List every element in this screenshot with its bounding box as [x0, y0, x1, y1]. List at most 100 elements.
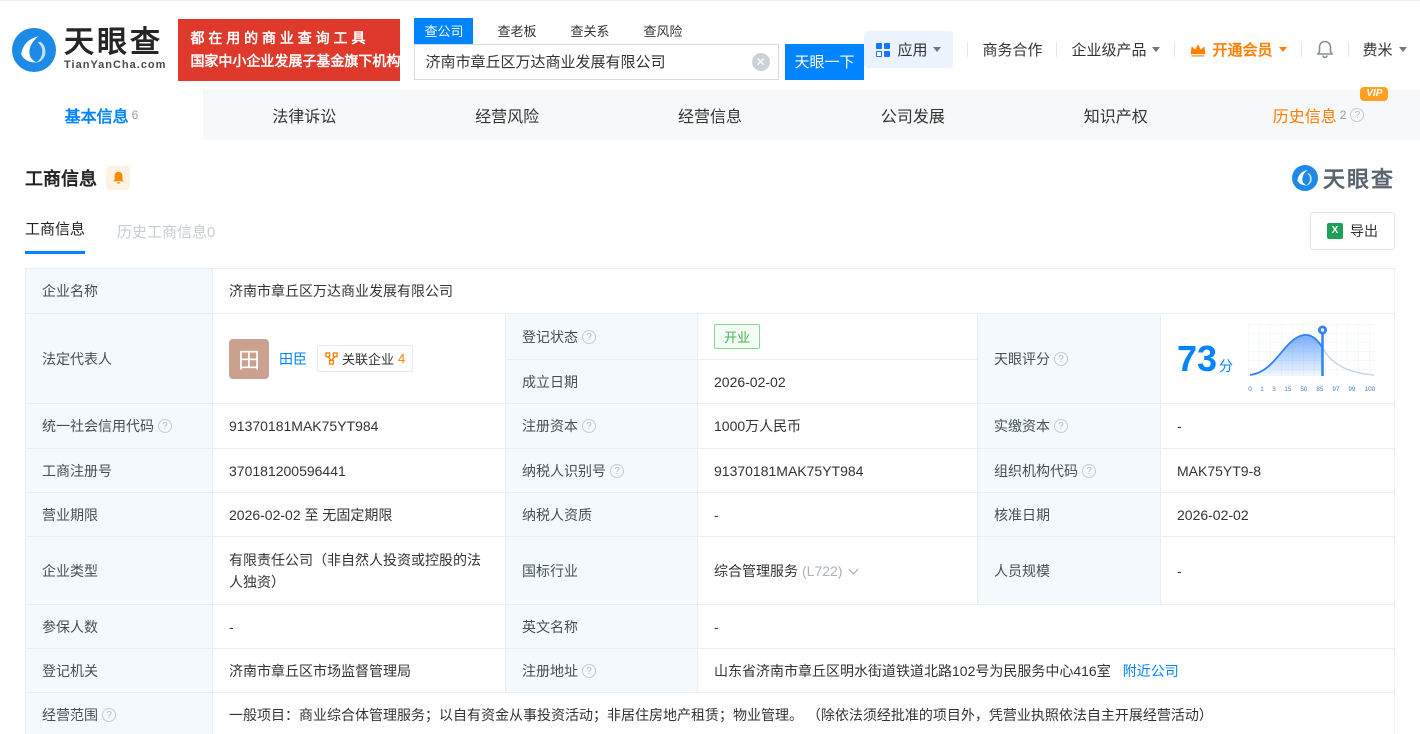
help-icon[interactable]: ? — [1054, 419, 1068, 433]
field-label: 实缴资本 ? — [978, 404, 1161, 448]
search-tab-risk[interactable]: 查风险 — [633, 18, 692, 44]
field-label: 成立日期 — [506, 360, 698, 403]
chevron-down-icon — [933, 47, 942, 52]
field-value: 2026-02-02 — [1177, 506, 1249, 523]
score-value: 73 — [1177, 337, 1218, 379]
subscribe-bell-button[interactable] — [106, 166, 130, 190]
company-name-value: 济南市章丘区万达商业发展有限公司 — [229, 283, 453, 299]
bell-icon — [1316, 40, 1333, 59]
field-label: 注册资本 ? — [506, 404, 698, 448]
field-value: 济南市章丘区市场监督管理局 — [213, 649, 506, 692]
page: 天眼查 TianYanCha.com 都 在 用 的 商 业 查 询 工 具 国… — [0, 0, 1420, 734]
vip-badge: VIP — [1360, 87, 1389, 101]
search-tab-relation[interactable]: 查关系 — [560, 18, 619, 44]
user-menu[interactable]: 费米 — [1363, 39, 1407, 60]
nearby-companies-link[interactable]: 附近公司 — [1123, 661, 1179, 681]
help-icon[interactable]: ? — [1350, 108, 1365, 122]
help-icon[interactable]: ? — [582, 329, 596, 344]
help-icon[interactable]: ? — [158, 419, 172, 433]
field-label: 统一社会信用代码 ? — [26, 404, 213, 448]
table-row: 统一社会信用代码 ? 91370181MAK75YT984 注册资本 ? 100… — [26, 404, 1394, 449]
brand-domain: TianYanCha.com — [64, 59, 167, 71]
help-icon[interactable]: ? — [1082, 463, 1096, 478]
subtab-business-info[interactable]: 工商信息 — [25, 218, 86, 254]
tianyancha-logo[interactable]: 天眼查 TianYanCha.com — [12, 27, 167, 72]
section-title: 工商信息 — [25, 169, 97, 189]
field-value: 有限责任公司（非自然人投资或控股的法人独资） — [213, 537, 506, 604]
field-value: 91370181MAK75YT984 — [698, 449, 978, 492]
help-icon[interactable]: ? — [610, 463, 624, 478]
field-value: 2026-02-02 至 无固定期限 — [213, 493, 506, 536]
field-label: 天眼评分 ? — [978, 314, 1161, 403]
export-button[interactable]: X 导出 — [1310, 212, 1395, 250]
tab-intellectual-property[interactable]: 知识产权 — [1014, 90, 1217, 140]
status-badge: 开业 — [714, 324, 761, 349]
help-icon[interactable]: ? — [102, 708, 116, 722]
avatar[interactable]: 田 — [229, 338, 269, 379]
clear-icon[interactable]: ✕ — [751, 52, 770, 71]
field-label: 纳税人识别号 ? — [506, 449, 698, 492]
excel-icon: X — [1327, 223, 1343, 239]
field-label: 登记状态 ? — [506, 314, 698, 359]
chevron-down-icon — [1278, 47, 1287, 52]
promo-banner: 都 在 用 的 商 业 查 询 工 具 国家中小企业发展子基金旗下机构 — [178, 18, 401, 81]
help-icon[interactable]: ? — [582, 419, 596, 433]
help-icon[interactable]: ? — [1054, 351, 1068, 366]
field-label: 登记机关 — [26, 649, 213, 692]
chevron-down-icon — [1152, 47, 1161, 52]
header-right-nav: 应用 商务合作 企业级产品 开通会员 费米 — [864, 31, 1410, 68]
industry-value: 综合管理服务 (L722) — [698, 537, 978, 604]
business-scope-value: 一般项目：商业综合体管理服务；以自有资金从事投资活动；非居住房地产租赁；物业管理… — [229, 707, 1213, 723]
subtab-history-business-info[interactable]: 历史工商信息0 — [117, 221, 215, 254]
field-label: 国标行业 — [506, 537, 698, 604]
promo-line-2: 国家中小企业发展子基金旗下机构 — [190, 52, 401, 69]
tab-history-info[interactable]: 历史信息 2 ? VIP — [1217, 87, 1420, 140]
field-label: 法定代表人 — [26, 314, 213, 403]
tab-legal-proceedings[interactable]: 法律诉讼 — [203, 90, 406, 140]
company-nav-tabs: 基本信息 6 法律诉讼 经营风险 经营信息 公司发展 知识产权 历史信息 2 ?… — [0, 87, 1420, 140]
address-value: 山东省济南市章丘区明水街道铁道北路102号为民服务中心416室 附近公司 — [714, 661, 1179, 681]
search-tab-company[interactable]: 查公司 — [414, 17, 474, 44]
vip-upgrade-link[interactable]: 开通会员 — [1189, 39, 1287, 60]
business-info-table: 企业名称 济南市章丘区万达商业发展有限公司 法定代表人 田 田臣 关联企业 4 … — [25, 268, 1395, 734]
table-row: 登记机关 济南市章丘区市场监督管理局 注册地址 ? 山东省济南市章丘区明水街道铁… — [26, 649, 1394, 693]
org-chart-icon — [325, 352, 338, 365]
tianyancha-swirl-icon — [12, 27, 56, 72]
field-label: 经营范围 ? — [26, 693, 213, 734]
field-value: - — [1177, 418, 1182, 434]
search-tabs: 查公司 查老板 查关系 查风险 — [414, 17, 864, 44]
field-label: 核准日期 — [978, 493, 1161, 536]
search-tab-boss[interactable]: 查老板 — [487, 18, 546, 44]
field-value: 2026-02-02 — [714, 373, 786, 390]
field-label: 组织机构代码 ? — [978, 449, 1161, 492]
search-input[interactable] — [414, 43, 779, 80]
legal-rep-link[interactable]: 田臣 — [279, 349, 307, 369]
help-icon[interactable]: ? — [582, 663, 596, 678]
field-label: 企业类型 — [26, 537, 213, 604]
tab-company-development[interactable]: 公司发展 — [811, 90, 1014, 140]
table-row: 企业类型 有限责任公司（非自然人投资或控股的法人独资） 国标行业 综合管理服务 … — [26, 537, 1394, 605]
main-content: 工商信息 天眼查 工商信息 历史工商信息0 X 导出 企业名称 济南市章丘区万达… — [0, 162, 1420, 734]
score-axis-ticks: 0 1 3 15 50 85 97 99 100 — [1248, 386, 1376, 393]
biz-coop-link[interactable]: 商务合作 — [982, 39, 1042, 60]
table-row: 参保人数 - 英文名称 - — [26, 605, 1394, 649]
tab-operation-risk[interactable]: 经营风险 — [406, 90, 609, 140]
table-row: 法定代表人 田 田臣 关联企业 4 登记状态 ? 开业 成立日期 2026-02… — [26, 314, 1394, 404]
score-distribution-chart: 0 1 3 15 50 85 97 99 100 — [1248, 324, 1378, 393]
field-value: - — [698, 493, 978, 536]
related-companies-badge[interactable]: 关联企业 4 — [317, 345, 414, 372]
apps-menu-button[interactable]: 应用 — [864, 31, 954, 68]
tab-basic-info[interactable]: 基本信息 6 — [0, 90, 203, 140]
enterprise-product-menu[interactable]: 企业级产品 — [1071, 39, 1161, 60]
apps-grid-icon — [876, 42, 891, 57]
tab-count: 6 — [131, 108, 139, 122]
legal-rep-cell: 田 田臣 关联企业 4 — [213, 314, 506, 403]
crown-icon — [1191, 43, 1206, 57]
tianyancha-watermark: 天眼查 — [1291, 162, 1395, 194]
notification-bell[interactable] — [1316, 40, 1334, 59]
search-button[interactable]: 天眼一下 — [784, 43, 865, 80]
chevron-down-icon[interactable] — [849, 564, 859, 574]
table-row: 营业期限 2026-02-02 至 无固定期限 纳税人资质 - 核准日期 202… — [26, 493, 1394, 537]
tab-operation-info[interactable]: 经营信息 — [609, 90, 812, 140]
score-cell: 73 分 0 1 3 15 50 85 97 99 100 — [1161, 314, 1394, 403]
